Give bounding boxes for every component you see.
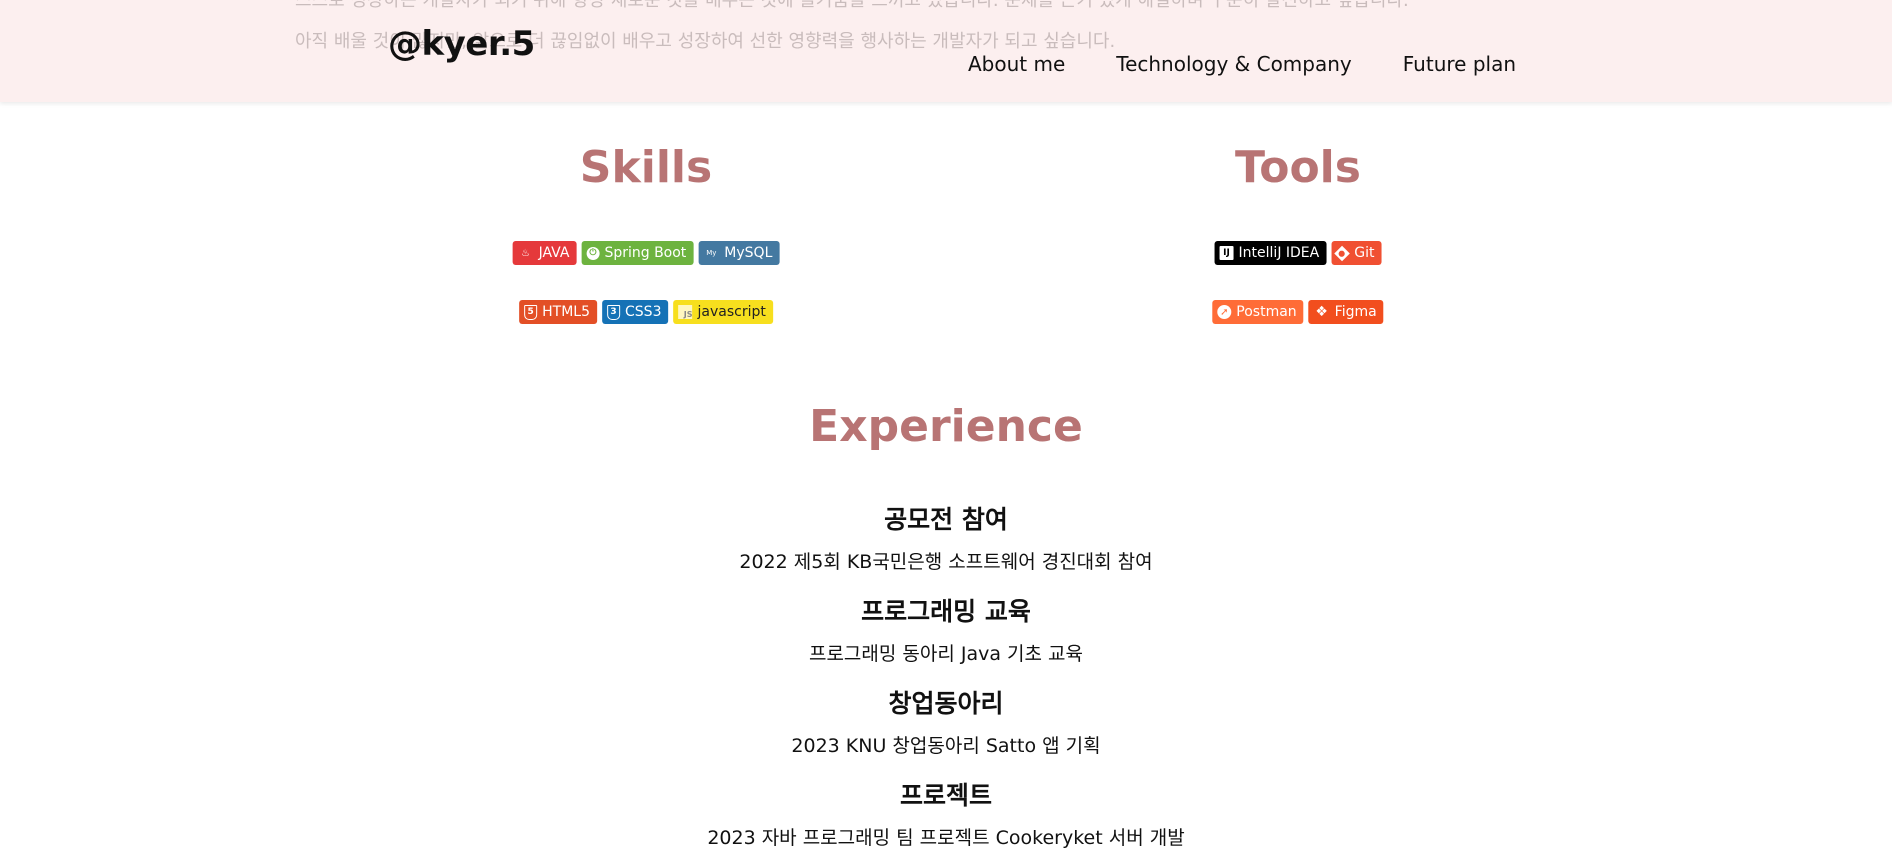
html5-badge-label: HTML5 bbox=[542, 304, 591, 320]
css3-badge: 3 CSS3 bbox=[602, 300, 669, 324]
figma-icon: ❖ bbox=[1315, 304, 1328, 320]
skills-row-2: 5 HTML5 3 CSS3 JS javascript bbox=[519, 300, 773, 324]
java-badge-label: JAVA bbox=[538, 245, 570, 261]
spring-boot-badge-label: Spring Boot bbox=[604, 245, 687, 261]
site-logo[interactable]: @kyer.5 bbox=[388, 24, 535, 64]
skills-title: Skills bbox=[579, 142, 713, 193]
css3-icon: 3 bbox=[607, 304, 621, 320]
experience-detail-programming-education: 프로그래밍 동아리 Java 기초 교육 bbox=[808, 643, 1084, 665]
site-header: 스스로 성장하는 개발자가 되기 위해 항상 새로운 것을 배우는 것에 즐거움… bbox=[0, 0, 1892, 102]
git-icon: ● bbox=[1333, 245, 1350, 261]
postman-badge-label: Postman bbox=[1236, 304, 1297, 320]
spring-boot-badge: ⏻ Spring Boot bbox=[581, 241, 694, 265]
html5-icon: 5 bbox=[524, 304, 538, 320]
git-badge: ● Git bbox=[1331, 241, 1382, 265]
intellij-badge: IJ IntelliJ IDEA bbox=[1214, 241, 1327, 265]
git-badge-label: Git bbox=[1354, 245, 1375, 261]
java-icon: ♨ bbox=[521, 247, 531, 259]
javascript-badge: JS javascript bbox=[673, 300, 773, 324]
nav-future-plan[interactable]: Future plan bbox=[1403, 52, 1516, 76]
spring-icon: ⏻ bbox=[586, 246, 600, 260]
postman-icon: ➚ bbox=[1217, 305, 1232, 319]
mysql-icon: My bbox=[706, 249, 717, 257]
intro-text-line-top: 스스로 성장하는 개발자가 되기 위해 항상 새로운 것을 배우는 것에 즐거움… bbox=[295, 0, 1409, 11]
intellij-badge-label: IntelliJ IDEA bbox=[1238, 245, 1320, 261]
experience-heading-programming-education: 프로그래밍 교육 bbox=[861, 597, 1031, 626]
main-nav: About me Technology & Company Future pla… bbox=[968, 52, 1516, 76]
experience-detail-project: 2023 자바 프로그래밍 팀 프로젝트 Cookeryket 서버 개발 bbox=[707, 827, 1185, 849]
experience-detail-startup-club: 2023 KNU 창업동아리 Satto 앱 기획 bbox=[791, 735, 1101, 757]
mysql-badge-label: MySQL bbox=[724, 245, 773, 261]
figma-badge: ❖ Figma bbox=[1308, 300, 1384, 324]
html5-badge: 5 HTML5 bbox=[519, 300, 598, 324]
postman-badge: ➚ Postman bbox=[1212, 300, 1304, 324]
experience-title: Experience bbox=[809, 401, 1083, 452]
experience-heading-startup-club: 창업동아리 bbox=[888, 689, 1004, 718]
css3-badge-label: CSS3 bbox=[625, 304, 662, 320]
experience-heading-contest: 공모전 참여 bbox=[884, 505, 1008, 534]
figma-badge-label: Figma bbox=[1334, 304, 1377, 320]
tools-title: Tools bbox=[1235, 142, 1361, 193]
mysql-badge: My MySQL bbox=[698, 241, 780, 265]
tools-row-1: IJ IntelliJ IDEA ● Git bbox=[1214, 241, 1382, 265]
tools-row-2: ➚ Postman ❖ Figma bbox=[1212, 300, 1384, 324]
experience-heading-project: 프로젝트 bbox=[899, 781, 993, 810]
experience-detail-contest: 2022 제5회 KB국민은행 소프트웨어 경진대회 참여 bbox=[739, 551, 1153, 573]
javascript-badge-label: javascript bbox=[697, 304, 766, 320]
nav-about-me[interactable]: About me bbox=[968, 52, 1065, 76]
nav-technology-company[interactable]: Technology & Company bbox=[1116, 52, 1352, 76]
javascript-icon: JS bbox=[678, 305, 693, 319]
intellij-icon: IJ bbox=[1219, 246, 1234, 260]
java-badge: ♨ JAVA bbox=[512, 241, 577, 265]
skills-row-1: ♨ JAVA ⏻ Spring Boot My MySQL bbox=[512, 241, 780, 265]
